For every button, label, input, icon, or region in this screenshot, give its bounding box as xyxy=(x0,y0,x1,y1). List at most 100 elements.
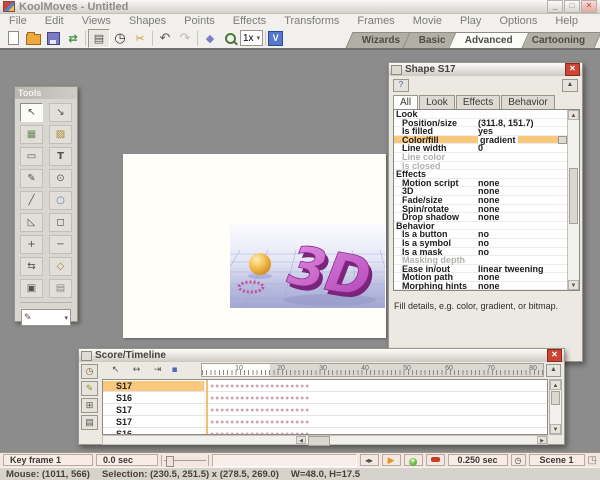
property-list-scrollbar[interactable]: ▲ ▼ xyxy=(567,110,579,290)
line-tool[interactable]: ╱ xyxy=(20,191,43,210)
frame-track[interactable] xyxy=(212,453,357,467)
scroll-down-icon[interactable]: ▼ xyxy=(550,424,561,434)
timeline-ruler[interactable]: 10 20 30 40 50 60 70 80 xyxy=(201,363,544,377)
actionscript-button[interactable]: V xyxy=(268,30,284,46)
tab-all[interactable]: All xyxy=(393,95,419,110)
timeline-select-button[interactable]: ↖ xyxy=(107,364,124,377)
scroll-right-icon[interactable]: ▶ xyxy=(537,436,547,444)
timing-clock-button[interactable]: ◷ xyxy=(510,454,526,466)
menu-options[interactable]: Options xyxy=(490,15,546,27)
shape-panel-titlebar[interactable]: Shape S17 ✕ xyxy=(389,63,582,76)
scene-list-icon[interactable]: ◳ xyxy=(588,455,597,466)
redo-button[interactable]: ↷ xyxy=(175,30,195,47)
text-tool[interactable]: T xyxy=(49,147,72,166)
menu-frames[interactable]: Frames xyxy=(348,15,403,27)
export-button[interactable]: ⇄ xyxy=(63,30,83,47)
menu-effects[interactable]: Effects xyxy=(224,15,275,27)
rectangle-tool[interactable]: ▭ xyxy=(20,147,43,166)
timeline-vertical-scrollbar[interactable]: ▲ ▼ xyxy=(549,379,562,435)
timeline-row[interactable]: S17 xyxy=(103,416,547,428)
menu-movie[interactable]: Movie xyxy=(404,15,451,27)
timeline-scroll-up-button[interactable]: ▲ xyxy=(546,364,561,377)
tools-palette-title[interactable]: Tools xyxy=(15,87,77,99)
freeform-tool[interactable]: ◻ xyxy=(49,213,72,232)
stage-image-3d[interactable]: 3D 3D xyxy=(230,224,385,308)
timeline-stop-button[interactable]: ▪ xyxy=(166,364,183,377)
add-frame-button[interactable]: + xyxy=(403,454,423,466)
scene-select[interactable]: Scene 1 xyxy=(528,454,585,466)
tween-tool[interactable]: ⇆ xyxy=(20,257,43,276)
timeline-titlebar[interactable]: Score/Timeline ✕ xyxy=(79,349,564,362)
shape-panel-close-button[interactable]: ✕ xyxy=(565,63,580,76)
scroll-down-icon[interactable]: ▼ xyxy=(568,280,579,290)
panel-collapse-button[interactable]: ▲ xyxy=(562,79,578,92)
add-point-tool[interactable]: + xyxy=(20,235,43,254)
frame-spinner[interactable]: ◂▸ xyxy=(359,454,379,466)
polygon-tool[interactable]: ◺ xyxy=(20,213,43,232)
fill-tool[interactable]: ▦ xyxy=(20,125,43,144)
maximize-button[interactable]: □ xyxy=(564,0,580,13)
delete-point-tool[interactable]: − xyxy=(49,235,72,254)
panel-help-button[interactable]: ? xyxy=(393,79,409,92)
scrollbar-thumb[interactable] xyxy=(551,391,560,405)
menu-transforms[interactable]: Transforms xyxy=(275,15,348,27)
grid-tool[interactable]: ▤ xyxy=(49,279,72,298)
current-frame-marker[interactable] xyxy=(206,380,208,434)
tab-behavior[interactable]: Behavior xyxy=(501,95,555,110)
save-button[interactable] xyxy=(43,30,63,47)
scroll-up-icon[interactable]: ▲ xyxy=(568,110,579,120)
zoom-button[interactable] xyxy=(220,30,240,47)
zoom-level-select[interactable]: 1x ▾ xyxy=(240,30,264,46)
timeline-row[interactable]: S17 xyxy=(103,380,547,392)
new-button[interactable] xyxy=(3,30,23,47)
pencil-tool[interactable]: ✎ xyxy=(20,169,43,188)
select-tool[interactable]: ↖ xyxy=(20,103,43,122)
group-tool[interactable]: ▣ xyxy=(20,279,43,298)
timeline-row[interactable]: S16 xyxy=(103,392,547,404)
transform-tool[interactable]: ↘ xyxy=(49,103,72,122)
tab-look[interactable]: Look xyxy=(419,95,455,110)
timeline-clock-button[interactable]: ◷ xyxy=(81,364,98,379)
oval-3d-tool[interactable]: ⊙ xyxy=(49,169,72,188)
menu-shapes[interactable]: Shapes xyxy=(120,15,175,27)
ellipse-tool[interactable]: ○ xyxy=(49,191,72,210)
undo-button[interactable]: ↶ xyxy=(155,30,175,47)
shapes-button[interactable]: ✂ xyxy=(130,30,150,47)
frame-slider[interactable] xyxy=(161,454,209,467)
menu-points[interactable]: Points xyxy=(175,15,224,27)
property-row[interactable]: Morphing hints none xyxy=(394,281,568,290)
menu-help[interactable]: Help xyxy=(546,15,587,27)
timeline-horizontal-scrollbar[interactable]: ◀ ▶ xyxy=(102,435,548,446)
menu-edit[interactable]: Edit xyxy=(36,15,73,27)
symbol-button[interactable]: ◆ xyxy=(200,30,220,47)
menu-views[interactable]: Views xyxy=(73,15,120,27)
tab-advanced[interactable]: Advanced xyxy=(448,32,530,48)
timeline-row[interactable]: S17 xyxy=(103,404,547,416)
open-button[interactable] xyxy=(23,30,43,47)
timeline-row[interactable]: S16 xyxy=(103,428,547,434)
timeline-pencil-button[interactable]: ✎ xyxy=(81,381,98,396)
tab-effects[interactable]: Effects xyxy=(455,95,501,110)
delete-frame-button[interactable] xyxy=(425,454,445,466)
timeline-layers-button[interactable]: ▤ xyxy=(81,415,98,430)
tool-options-select[interactable]: ✎ ▾ xyxy=(21,309,71,326)
timeline-copy-button[interactable]: ⊞ xyxy=(81,398,98,413)
menu-file[interactable]: File xyxy=(0,15,36,27)
timeline-resize-button[interactable]: ↔ xyxy=(128,364,145,377)
timing-button[interactable]: ◷ xyxy=(110,30,130,47)
scrollbar-thumb[interactable] xyxy=(308,436,330,446)
timeline-goto-button[interactable]: ⇥ xyxy=(149,364,166,377)
keyframe-tool[interactable]: ◇ xyxy=(49,257,72,276)
scroll-up-icon[interactable]: ▲ xyxy=(550,380,561,390)
bitmap-fill-tool[interactable]: ▨ xyxy=(49,125,72,144)
minimize-button[interactable]: _ xyxy=(547,0,563,13)
play-button[interactable]: ▶ xyxy=(381,454,401,466)
stage-canvas[interactable]: 3D 3D xyxy=(123,154,386,338)
timeline-close-button[interactable]: ✕ xyxy=(547,349,562,362)
scroll-left-icon[interactable]: ◀ xyxy=(296,436,306,444)
close-button[interactable]: ✕ xyxy=(581,0,597,13)
frame-duration-field[interactable]: 0.250 sec xyxy=(447,454,508,466)
frames-list-button[interactable]: ▤ xyxy=(88,28,110,48)
slider-thumb[interactable] xyxy=(166,455,174,467)
scrollbar-thumb[interactable] xyxy=(569,168,578,224)
